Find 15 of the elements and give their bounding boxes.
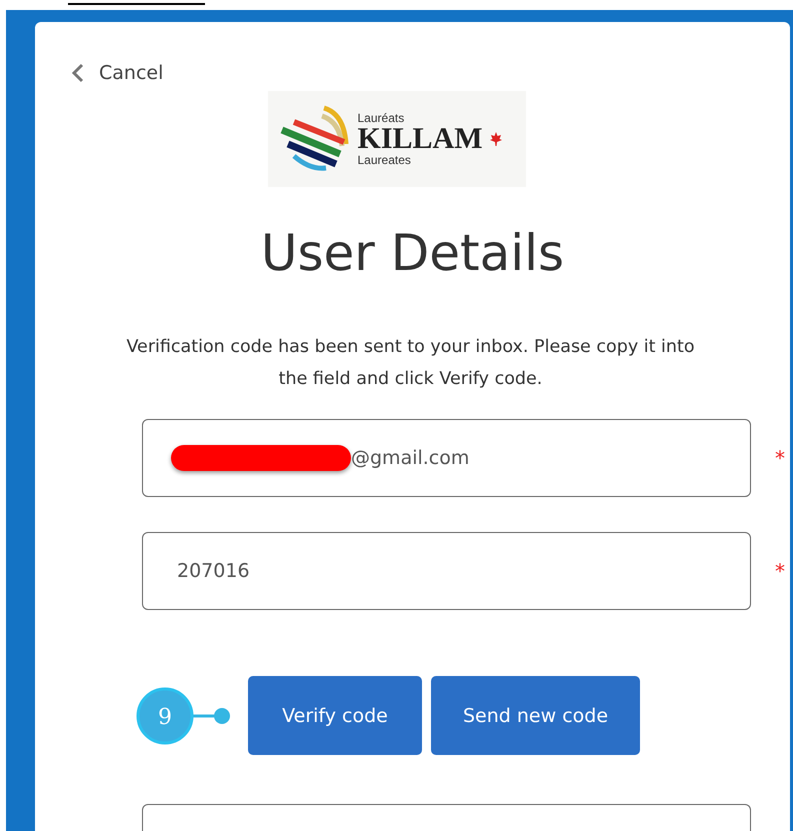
chevron-left-icon — [71, 63, 85, 83]
send-code-button[interactable]: Send new code — [431, 676, 640, 755]
logo-text: Lauréats — [358, 112, 406, 124]
cancel-link[interactable]: Cancel — [71, 62, 164, 84]
step-callout: 9 — [136, 687, 230, 745]
maple-leaf-icon — [488, 132, 503, 146]
verify-button[interactable]: Verify code — [248, 676, 422, 755]
instruction-text: Verification code has been sent to your inbox. Please copy it into the field and click Verify code. — [125, 336, 696, 391]
page-title: User Details — [260, 223, 566, 283]
email-field[interactable]: @gmail.com — [142, 419, 751, 497]
required-mark: * — [775, 446, 785, 470]
logo-wordmark: KILLAM — [358, 124, 483, 154]
code-field[interactable]: 207016 — [142, 532, 751, 610]
required-mark: * — [775, 559, 785, 583]
logo-text: Laureates — [358, 154, 412, 166]
